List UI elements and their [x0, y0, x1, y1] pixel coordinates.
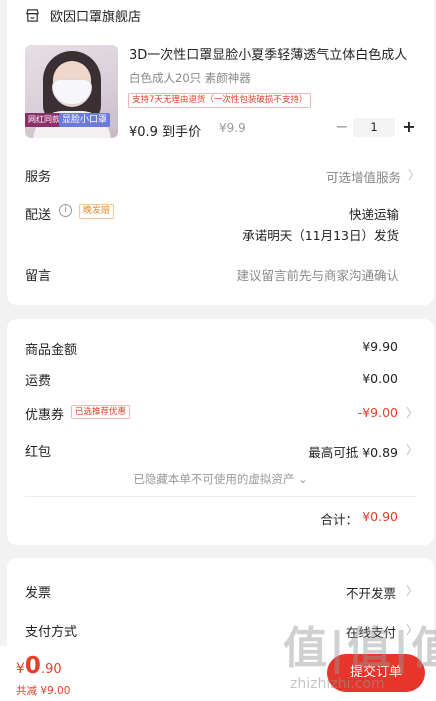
shipping-label: 配送: [25, 208, 52, 223]
original-price: ¥9.9: [219, 121, 246, 135]
coupon-label: 优惠券: [25, 408, 65, 423]
return-policy-tag: 支持7天无理由退货（一次性包装破损不支持）: [128, 93, 312, 108]
freight-label: 运费: [25, 374, 52, 389]
product-spec[interactable]: 白色成人20只 素颜神器: [129, 70, 251, 86]
message-input[interactable]: 建议留言前先与商家沟通确认: [236, 265, 399, 284]
freight-amount: ¥0.00: [362, 371, 398, 386]
currency-symbol: ¥: [16, 661, 25, 677]
price-summary-card: 商品金额 ¥9.90 运费 ¥0.00 优惠券 已选推荐优惠 -¥9.00 〉 …: [7, 319, 434, 545]
service-label: 服务: [25, 170, 52, 185]
chevron-right-icon[interactable]: 〉: [406, 404, 418, 421]
product-title[interactable]: 3D一次性口罩显脸小夏季轻薄透气立体白色成人: [129, 44, 421, 63]
quantity-decrease-button[interactable]: −: [334, 119, 350, 135]
goods-amount-label: 商品金额: [25, 343, 78, 358]
service-option[interactable]: 可选增值服务: [326, 167, 401, 186]
shipping-promise: 承诺明天（11月13日）发货: [242, 228, 399, 243]
red-packet-value[interactable]: 最高可抵 ¥0.89: [308, 442, 398, 461]
total-discount: 共减 ¥9.00: [16, 685, 71, 697]
payment-method-label: 支付方式: [25, 625, 78, 640]
chevron-right-icon[interactable]: 〉: [408, 166, 420, 183]
quantity-increase-button[interactable]: +: [400, 118, 418, 136]
red-packet-label: 红包: [25, 445, 52, 460]
late-compensation-tag: 晚发赔: [79, 204, 115, 219]
invoice-option[interactable]: 不开发票: [346, 583, 396, 602]
watermark-url: zhizhizhi.com: [290, 676, 385, 692]
coupon-discount[interactable]: -¥9.00: [358, 405, 398, 420]
coupon-recommended-tag: 已选推荐优惠: [71, 405, 131, 419]
info-icon[interactable]: i: [59, 204, 72, 217]
invoice-label: 发票: [25, 586, 52, 601]
watermark-logo: 值|值|值: [283, 623, 436, 674]
quantity-input[interactable]: 1: [353, 118, 395, 137]
chevron-right-icon[interactable]: 〉: [406, 582, 418, 599]
product-thumbnail[interactable]: 网红同款 显脸小口罩: [25, 45, 118, 138]
message-label: 留言: [25, 269, 52, 284]
goods-amount: ¥9.90: [362, 339, 398, 354]
order-item-card: 欧因口罩旗舰店 网红同款 显脸小口罩 3D一次性口罩显脸小夏季轻薄透气立体白色成…: [7, 0, 434, 305]
total-label: 合计：: [320, 512, 358, 527]
divider: [25, 496, 416, 497]
shipping-method: 快递运输: [348, 207, 399, 222]
thumb-tag-left: 网红同款: [25, 113, 63, 127]
total-amount: ¥0.90: [362, 509, 398, 524]
pay-price-decimal: .90: [40, 662, 62, 677]
final-price: ¥0.9 到手价: [129, 125, 202, 140]
thumb-tag-right: 显脸小口罩: [59, 113, 111, 127]
pay-price-integer: 0: [24, 653, 41, 679]
pay-price: ¥0.90: [16, 653, 62, 679]
chevron-right-icon[interactable]: 〉: [406, 441, 418, 458]
store-name[interactable]: 欧因口罩旗舰店: [50, 6, 141, 25]
hidden-assets-toggle[interactable]: 已隐藏本单不可使用的虚拟资产 ⌄: [7, 471, 434, 487]
store-icon: [26, 9, 39, 22]
